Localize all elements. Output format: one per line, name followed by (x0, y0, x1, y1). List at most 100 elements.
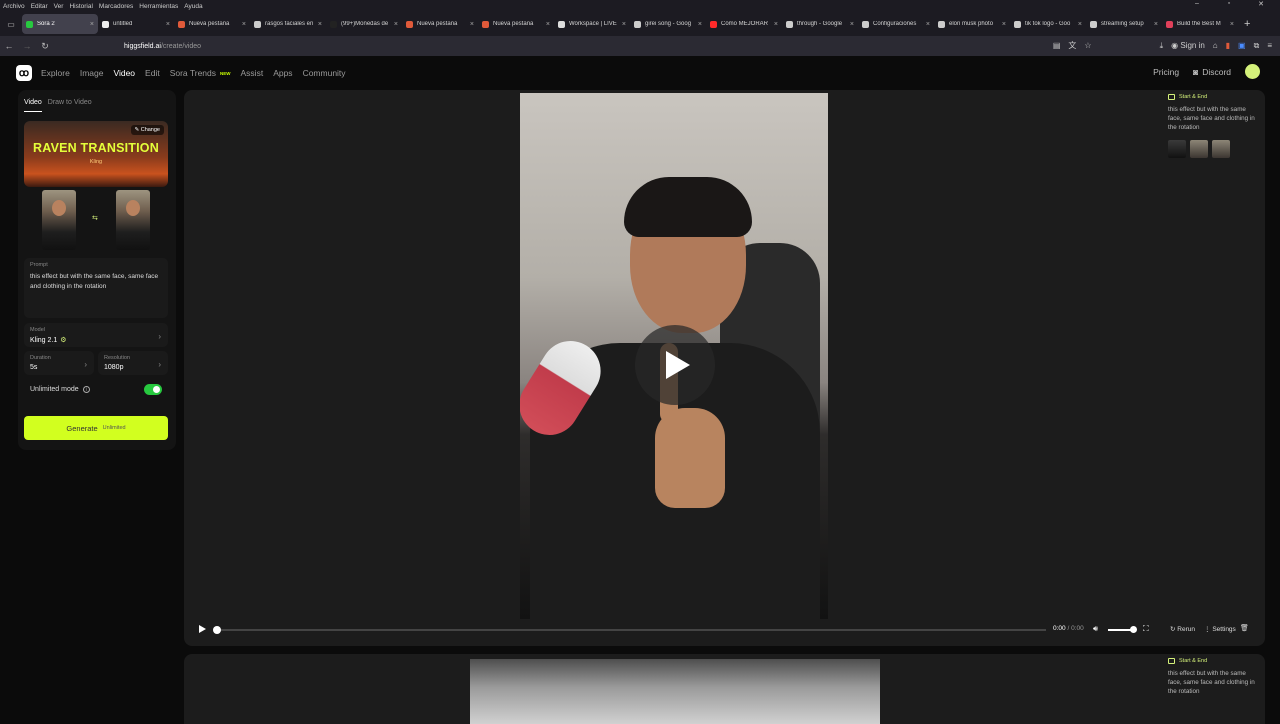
close-tab-icon[interactable]: × (926, 21, 930, 28)
rerun-button[interactable]: ↻ Rerun (1170, 625, 1195, 633)
browser-tab[interactable]: Cómo MEJORAR × (706, 14, 782, 34)
nav-edit[interactable]: Edit (145, 68, 160, 78)
reader-icon[interactable]: ▤ (1053, 41, 1061, 50)
swap-frames-icon[interactable]: ⇆ (92, 214, 98, 222)
close-tab-icon[interactable]: × (774, 21, 778, 28)
back-icon[interactable]: ← (0, 41, 18, 51)
close-tab-icon[interactable]: × (1002, 21, 1006, 28)
close-tab-icon[interactable]: × (90, 21, 94, 28)
volume-icon[interactable]: 🔊︎ (1093, 624, 1098, 634)
close-tab-icon[interactable]: × (242, 21, 246, 28)
translate-icon[interactable]: 文 (1068, 40, 1076, 51)
nav-image[interactable]: Image (80, 68, 104, 78)
shield-icon[interactable]: ▮ (1226, 41, 1230, 50)
generate-button[interactable]: Generate Unlimited (24, 416, 168, 440)
browser-tab[interactable]: Workspace | LIVE × (554, 14, 630, 34)
tab-video[interactable]: Video (24, 99, 42, 112)
browser-tab[interactable]: through - Google × (782, 14, 858, 34)
start-frame-thumbnail[interactable] (1190, 140, 1208, 158)
browser-tab[interactable]: Nueva pestaña × (478, 14, 554, 34)
unlimited-mode-toggle[interactable] (144, 384, 162, 395)
sign-in-button[interactable]: ◉ Sign in (1171, 41, 1205, 50)
nav-sora-trends[interactable]: Sora Trends NEW (170, 68, 231, 78)
browser-tab[interactable]: Nueva pestaña × (402, 14, 478, 34)
settings-button[interactable]: ⋮ Settings (1204, 625, 1236, 633)
info-icon[interactable]: i (82, 386, 90, 393)
menu-editar[interactable]: Editar (31, 3, 48, 10)
forward-icon[interactable]: → (18, 41, 36, 51)
close-tab-icon[interactable]: × (470, 21, 474, 28)
extension-icon[interactable]: ⌂ (1213, 41, 1218, 50)
browser-tab[interactable]: Nueva pestaña × (174, 14, 250, 34)
nav-video[interactable]: Video (113, 68, 135, 78)
reload-icon[interactable]: ↻ (36, 41, 54, 52)
start-frame[interactable] (42, 190, 76, 250)
end-frame-thumbnail[interactable] (1212, 140, 1230, 158)
resolution-selector[interactable]: Resolution 1080p › (98, 351, 168, 375)
trash-icon[interactable]: 🗑︎ (1240, 624, 1249, 632)
model-selector[interactable]: Model Kling 2.1 ⚙ › (24, 323, 168, 347)
browser-tab[interactable]: girei song - Goog × (630, 14, 706, 34)
seek-bar[interactable] (216, 629, 1046, 631)
close-tab-icon[interactable]: × (622, 21, 626, 28)
menu-ayuda[interactable]: Ayuda (184, 3, 202, 10)
volume-handle[interactable] (1130, 626, 1137, 633)
discord-link[interactable]: ◙ Discord (1193, 67, 1231, 77)
new-tab-button[interactable]: + (1244, 18, 1250, 30)
avatar[interactable] (1245, 64, 1260, 79)
close-tab-icon[interactable]: × (1078, 21, 1082, 28)
higgsfield-logo[interactable]: ꝏ (16, 65, 32, 81)
close-window-button[interactable]: ✕ (1248, 0, 1274, 8)
bookmark-star-icon[interactable]: ☆ (1084, 41, 1091, 50)
browser-tab[interactable]: tik tok logo - Goo × (1010, 14, 1086, 34)
browser-tab[interactable]: streaming setup × (1086, 14, 1162, 34)
change-effect-button[interactable]: ✎ Change (130, 125, 164, 135)
video-player-2[interactable] (470, 659, 880, 724)
video-player[interactable] (520, 93, 828, 619)
close-tab-icon[interactable]: × (850, 21, 854, 28)
nav-apps[interactable]: Apps (273, 68, 292, 78)
menu-icon[interactable]: ≡ (1267, 41, 1272, 50)
window-icon[interactable]: ⧉ (1254, 41, 1260, 51)
url-field[interactable]: higgsfield.ai/create/video (124, 43, 201, 50)
nav-explore[interactable]: Explore (41, 68, 70, 78)
close-tab-icon[interactable]: × (166, 21, 170, 28)
prompt-input[interactable]: this effect but with the same face, same… (30, 272, 160, 292)
close-tab-icon[interactable]: × (318, 21, 322, 28)
play-button[interactable] (199, 625, 206, 633)
menu-marcadores[interactable]: Marcadores (99, 3, 133, 10)
prompt-box[interactable]: Prompt this effect but with the same fac… (24, 258, 168, 318)
end-frame[interactable] (116, 190, 150, 250)
duration-selector[interactable]: Duration 5s › (24, 351, 94, 375)
maximize-button[interactable]: ▫ (1216, 0, 1242, 8)
browser-tab[interactable]: (99+)Monedas de × (326, 14, 402, 34)
extension-blue-icon[interactable]: ▣ (1238, 41, 1246, 50)
menu-ver[interactable]: Ver (54, 3, 64, 10)
play-overlay-button[interactable] (635, 325, 715, 405)
close-tab-icon[interactable]: × (1154, 21, 1158, 28)
close-tab-icon[interactable]: × (698, 21, 702, 28)
download-icon[interactable]: ⤓ (1160, 41, 1164, 51)
pricing-link[interactable]: Pricing (1153, 67, 1179, 77)
browser-tab[interactable]: untitled × (98, 14, 174, 34)
sidebar-toggle-icon[interactable]: ▭ (0, 20, 22, 29)
effect-card[interactable]: RAVEN TRANSITION Kling ✎ Change (24, 121, 168, 187)
browser-tab[interactable]: Configuraciones × (858, 14, 934, 34)
browser-tab[interactable]: Sora 2 × (22, 14, 98, 34)
tab-draw-to-video[interactable]: Draw to Video (48, 99, 92, 112)
close-tab-icon[interactable]: × (1230, 21, 1234, 28)
nav-community[interactable]: Community (303, 68, 346, 78)
close-tab-icon[interactable]: × (546, 21, 550, 28)
menu-herramientas[interactable]: Herramientas (139, 3, 178, 10)
browser-tab[interactable]: elon musk photo × (934, 14, 1010, 34)
menu-historial[interactable]: Historial (69, 3, 92, 10)
browser-tab[interactable]: Build the Best M × (1162, 14, 1238, 34)
browser-tab[interactable]: rasgos faciales en × (250, 14, 326, 34)
effect-thumbnail[interactable] (1168, 140, 1186, 158)
nav-assist[interactable]: Assist (241, 68, 264, 78)
seek-handle[interactable] (213, 626, 221, 634)
minimize-button[interactable]: – (1184, 0, 1210, 8)
fullscreen-icon[interactable]: ⛶ (1143, 624, 1149, 634)
menu-archivo[interactable]: Archivo (3, 3, 25, 10)
close-tab-icon[interactable]: × (394, 21, 398, 28)
